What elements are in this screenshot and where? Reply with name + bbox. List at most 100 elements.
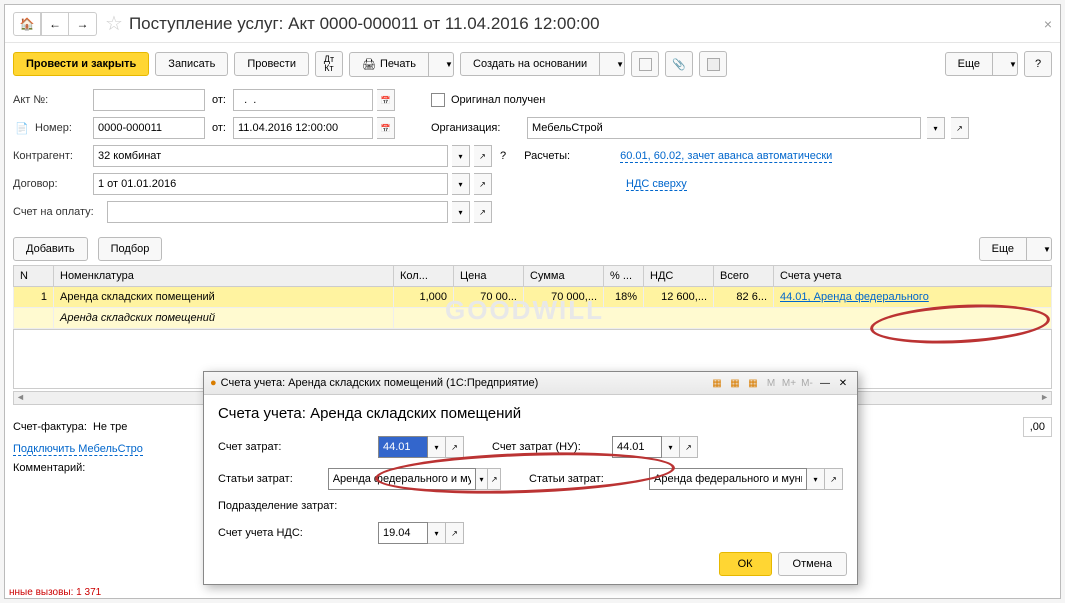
cost-items-input[interactable] [328, 468, 476, 490]
cost-acc-input[interactable] [378, 436, 428, 458]
popup-icon-mplus[interactable]: M+ [781, 375, 797, 391]
more-button[interactable]: Еще [945, 52, 993, 76]
invoice-open[interactable]: ↗ [474, 201, 492, 223]
calc-link[interactable]: 60.01, 60.02, зачет аванса автоматически [620, 150, 832, 163]
vat-link[interactable]: НДС сверху [626, 178, 687, 191]
popup-icon-mminus[interactable]: M- [799, 375, 815, 391]
home-button[interactable]: 🏠 [13, 12, 41, 36]
cell-sum[interactable]: 70 000,... [524, 287, 604, 308]
help-button[interactable]: ? [1024, 51, 1052, 77]
popup-icon-m[interactable]: M [763, 375, 779, 391]
invoice-dropdown[interactable]: ▾ [452, 201, 470, 223]
popup-icon-2[interactable]: ▦ [727, 375, 743, 391]
popup-ok-button[interactable]: ОК [719, 552, 772, 576]
attach-icon-button[interactable]: 📎 [665, 51, 693, 77]
close-icon[interactable]: × [1044, 16, 1052, 32]
post-and-close-button[interactable]: Провести и закрыть [13, 52, 149, 76]
invoice-input[interactable] [107, 201, 448, 223]
pick-button[interactable]: Подбор [98, 237, 163, 261]
num-input[interactable] [93, 117, 205, 139]
doc-icon-button-2[interactable] [699, 51, 727, 77]
original-checkbox[interactable] [431, 93, 445, 107]
act-number-input[interactable] [93, 89, 205, 111]
back-button[interactable]: ← [41, 12, 69, 36]
cost-acc-nu-input[interactable] [612, 436, 662, 458]
cost-items-dropdown[interactable]: ▾ [476, 468, 489, 490]
vat-acc-open[interactable]: ↗ [446, 522, 464, 544]
vat-acc-label: Счет учета НДС: [218, 527, 378, 539]
contract-dropdown[interactable]: ▾ [452, 173, 470, 195]
connect-link[interactable]: Подключить МебельСтро [13, 443, 143, 456]
contract-input[interactable] [93, 173, 448, 195]
create-based-dropdown[interactable]: ▼ [600, 52, 625, 76]
cell-total[interactable]: 82 6... [714, 287, 774, 308]
col-price[interactable]: Цена [454, 266, 524, 287]
cost-acc-nu-label: Счет затрат (НУ): [492, 441, 612, 453]
titlebar: 🏠 ← → ☆ Поступление услуг: Акт 0000-0000… [5, 5, 1060, 43]
popup-icon-3[interactable]: ▦ [745, 375, 761, 391]
cell-nom[interactable]: Аренда складских помещений [54, 287, 394, 308]
popup-close[interactable]: ✕ [835, 375, 851, 391]
more-dropdown[interactable]: ▼ [993, 52, 1018, 76]
cost-acc-nu-open[interactable]: ↗ [680, 436, 698, 458]
act-date-input[interactable] [233, 89, 373, 111]
cost-items-open[interactable]: ↗ [488, 468, 501, 490]
col-sum[interactable]: Сумма [524, 266, 604, 287]
popup-cancel-button[interactable]: Отмена [778, 552, 847, 576]
add-row-button[interactable]: Добавить [13, 237, 88, 261]
doc-icon: 📄 [15, 122, 29, 135]
org-open[interactable]: ↗ [951, 117, 969, 139]
table-more-button[interactable]: Еще [979, 237, 1027, 261]
cell-nom-desc[interactable]: Аренда складских помещений [54, 308, 394, 329]
col-total[interactable]: Всего [714, 266, 774, 287]
cell-pct[interactable]: 18% [604, 287, 644, 308]
doc-icon-button-1[interactable] [631, 51, 659, 77]
col-qty[interactable]: Кол... [394, 266, 454, 287]
org-label: Организация: [431, 122, 521, 134]
cost-items2-open[interactable]: ↗ [825, 468, 843, 490]
act-date-picker[interactable]: 📅 [377, 89, 395, 111]
col-pct[interactable]: % ... [604, 266, 644, 287]
popup-minimize[interactable]: — [817, 375, 833, 391]
col-nomenclature[interactable]: Номенклатура [54, 266, 394, 287]
contractor-dropdown[interactable]: ▾ [452, 145, 470, 167]
print-button[interactable]: 🖨 Печать [349, 52, 429, 77]
org-input[interactable] [527, 117, 921, 139]
save-button[interactable]: Записать [155, 52, 228, 76]
favorite-star-icon[interactable]: ☆ [105, 11, 123, 36]
contract-label: Договор: [13, 178, 89, 190]
contractor-help-icon[interactable]: ? [500, 150, 506, 162]
post-button[interactable]: Провести [234, 52, 309, 76]
print-dropdown[interactable]: ▼ [429, 52, 454, 77]
cost-acc-open[interactable]: ↗ [446, 436, 464, 458]
create-based-button[interactable]: Создать на основании [460, 52, 600, 76]
cost-items2-dropdown[interactable]: ▾ [807, 468, 825, 490]
cell-qty[interactable]: 1,000 [394, 287, 454, 308]
cost-acc-nu-dropdown[interactable]: ▾ [662, 436, 680, 458]
cell-accounts-link[interactable]: 44.01, Аренда федерального [774, 287, 1052, 308]
num-date-picker[interactable]: 📅 [377, 117, 395, 139]
col-n[interactable]: N [14, 266, 54, 287]
col-vat[interactable]: НДС [644, 266, 714, 287]
num-date-input[interactable] [233, 117, 373, 139]
popup-icon-1[interactable]: ▦ [709, 375, 725, 391]
sf-label: Счет-фактура: [13, 421, 87, 433]
cost-items2-input[interactable] [649, 468, 807, 490]
contractor-open[interactable]: ↗ [474, 145, 492, 167]
cell-price[interactable]: 70 00... [454, 287, 524, 308]
forward-button[interactable]: → [69, 12, 97, 36]
table-row-1b[interactable]: Аренда складских помещений [14, 308, 1052, 329]
contract-open[interactable]: ↗ [474, 173, 492, 195]
cell-n[interactable]: 1 [14, 287, 54, 308]
table-more-dropdown[interactable]: ▼ [1027, 237, 1052, 261]
table-row-1[interactable]: 1 Аренда складских помещений 1,000 70 00… [14, 287, 1052, 308]
cost-acc-dropdown[interactable]: ▾ [428, 436, 446, 458]
vat-acc-input[interactable] [378, 522, 428, 544]
vat-acc-dropdown[interactable]: ▾ [428, 522, 446, 544]
org-dropdown[interactable]: ▾ [927, 117, 945, 139]
cell-vat[interactable]: 12 600,... [644, 287, 714, 308]
dt-kt-icon-button[interactable]: ДтКт [315, 51, 343, 77]
col-accounts[interactable]: Счета учета [774, 266, 1052, 287]
contractor-input[interactable] [93, 145, 448, 167]
ot-label-1: от: [209, 94, 229, 106]
